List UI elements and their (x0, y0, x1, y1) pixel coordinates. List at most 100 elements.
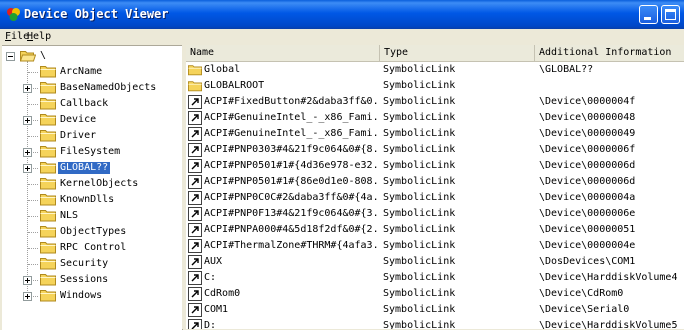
menu-bar: File Help (0, 29, 684, 45)
list-row[interactable]: ACPI#FixedButton#2&daba3ff&0... SymbolicL… (186, 94, 684, 110)
cell-info: \Device\Serial0 (539, 304, 630, 315)
cell-name: ACPI#PNPA000#4&5d18f2df&0#{2... (204, 224, 380, 235)
column-header-type[interactable]: Type (380, 45, 535, 61)
tree-item-label: Callback (60, 98, 109, 109)
list-row[interactable]: C: SymbolicLink \Device\HarddiskVolume4 (186, 270, 684, 286)
list-row[interactable]: AUX SymbolicLink \DosDevices\COM1 (186, 254, 684, 270)
maximize-button[interactable] (661, 5, 680, 24)
list-row[interactable]: ACPI#PNP0F13#4&21f9c064&0#{3... SymbolicL… (186, 206, 684, 222)
list-row[interactable]: CdRom0 SymbolicLink \Device\CdRom0 (186, 286, 684, 302)
cell-name: D: (204, 320, 217, 329)
symbolic-link-icon (188, 319, 202, 329)
cell-type: SymbolicLink (383, 208, 456, 219)
menu-file[interactable]: File (5, 31, 29, 42)
cell-info: \Device\0000004a (539, 192, 636, 203)
tree-item-label: NLS (60, 210, 79, 221)
tree-connector (28, 184, 38, 185)
expand-icon[interactable] (23, 84, 32, 93)
cell-name: ACPI#GenuineIntel_-_x86_Fami... (204, 128, 380, 139)
cell-info: \DosDevices\COM1 (539, 256, 636, 267)
cell-info: \Device\0000006d (539, 176, 636, 187)
expand-icon[interactable] (23, 164, 32, 173)
symbolic-link-icon (188, 191, 202, 205)
column-header-name[interactable]: Name (186, 45, 380, 61)
cell-type: SymbolicLink (383, 256, 456, 267)
cell-info: \Device\0000004f (539, 96, 636, 107)
folder-icon (40, 274, 56, 286)
symbolic-link-icon (188, 255, 202, 269)
cell-info: \Device\HarddiskVolume5 (539, 320, 678, 329)
cell-info: \GLOBAL?? (539, 64, 594, 75)
cell-info: \Device\00000051 (539, 224, 636, 235)
list-row[interactable]: ACPI#ThermalZone#THRM#{4afa3... SymbolicL… (186, 238, 684, 254)
cell-info: \Device\0000006e (539, 208, 636, 219)
cell-type: SymbolicLink (383, 192, 456, 203)
list-row[interactable]: ACPI#PNPA000#4&5d18f2df&0#{2... SymbolicL… (186, 222, 684, 238)
tree-item-label: ObjectTypes (60, 226, 127, 237)
folder-icon (40, 290, 56, 302)
column-header-info[interactable]: Additional Information (535, 45, 684, 61)
list-row[interactable]: COM1 SymbolicLink \Device\Serial0 (186, 302, 684, 318)
tree-item-label: Sessions (60, 274, 109, 285)
collapse-icon[interactable] (6, 52, 15, 61)
cell-name: ACPI#FixedButton#2&daba3ff&0... (204, 96, 380, 107)
tree-connector (28, 264, 38, 265)
list-row[interactable]: Global SymbolicLink \GLOBAL?? (186, 62, 684, 78)
cell-type: SymbolicLink (383, 240, 456, 251)
symbolic-link-icon (188, 111, 202, 125)
window-title: Device Object Viewer (24, 7, 169, 21)
folder-icon (40, 226, 56, 238)
tree-connector (28, 72, 38, 73)
list-row[interactable]: ACPI#GenuineIntel_-_x86_Fami... SymbolicL… (186, 110, 684, 126)
cell-name: C: (204, 272, 217, 283)
expand-icon[interactable] (23, 116, 32, 125)
cell-type: SymbolicLink (383, 64, 456, 75)
folder-icon (40, 66, 56, 78)
cell-info: \Device\CdRom0 (539, 288, 624, 299)
tree-connector (28, 200, 38, 201)
list-row[interactable]: ACPI#GenuineIntel_-_x86_Fami... SymbolicL… (186, 126, 684, 142)
cell-name: Global (204, 64, 241, 75)
cell-name: ACPI#GenuineIntel_-_x86_Fami... (204, 112, 380, 123)
cell-name: ACPI#PNP0501#1#{86e0d1e0-808... (204, 176, 380, 187)
tree-item-label: \ (40, 50, 47, 61)
expand-icon[interactable] (23, 148, 32, 157)
cell-type: SymbolicLink (383, 272, 456, 283)
list-row[interactable]: GLOBALROOT SymbolicLink (186, 78, 684, 94)
tree-item-label: BaseNamedObjects (60, 82, 157, 93)
cell-name: ACPI#PNP0303#4&21f9c064&0#{8... (204, 144, 380, 155)
tree-connector (28, 104, 38, 105)
tree-item-label: KnownDlls (60, 194, 115, 205)
cell-type: SymbolicLink (383, 160, 456, 171)
tree-connector (28, 216, 38, 217)
list-header: Name Type Additional Information (186, 45, 684, 62)
list-row[interactable]: ACPI#PNP0501#1#{4d36e978-e32... SymbolicL… (186, 158, 684, 174)
object-tree[interactable]: \ ArcName BaseNamedObjects Callback Device Dr… (2, 45, 183, 330)
list-row[interactable]: D: SymbolicLink \Device\HarddiskVolume5 (186, 318, 684, 329)
cell-info: \Device\00000049 (539, 128, 636, 139)
symbolic-link-icon (188, 271, 202, 285)
minimize-button[interactable] (639, 5, 658, 24)
expand-icon[interactable] (23, 276, 32, 285)
cell-name: COM1 (204, 304, 229, 315)
cell-type: SymbolicLink (383, 80, 456, 91)
tree-item-label: Security (60, 258, 109, 269)
symbolic-link-icon (188, 159, 202, 173)
cell-type: SymbolicLink (383, 96, 456, 107)
cell-name: ACPI#PNP0F13#4&21f9c064&0#{3... (204, 208, 380, 219)
object-list[interactable]: Name Type Additional Information Global S… (186, 45, 684, 329)
symbolic-link-icon (188, 207, 202, 221)
title-bar[interactable]: Device Object Viewer (0, 0, 684, 29)
expand-icon[interactable] (23, 292, 32, 301)
app-icon (7, 8, 20, 21)
folder-icon (40, 210, 56, 222)
cell-name: ACPI#PNP0501#1#{4d36e978-e32... (204, 160, 380, 171)
list-row[interactable]: ACPI#PNP0501#1#{86e0d1e0-808... SymbolicL… (186, 174, 684, 190)
menu-help[interactable]: Help (27, 31, 51, 42)
tree-connector (28, 232, 38, 233)
tree-item-label: Driver (60, 130, 97, 141)
list-row[interactable]: ACPI#PNP0303#4&21f9c064&0#{8... SymbolicL… (186, 142, 684, 158)
cell-type: SymbolicLink (383, 224, 456, 235)
list-row[interactable]: ACPI#PNP0C0C#2&daba3ff&0#{4a... SymbolicL… (186, 190, 684, 206)
folder-icon (40, 98, 56, 110)
